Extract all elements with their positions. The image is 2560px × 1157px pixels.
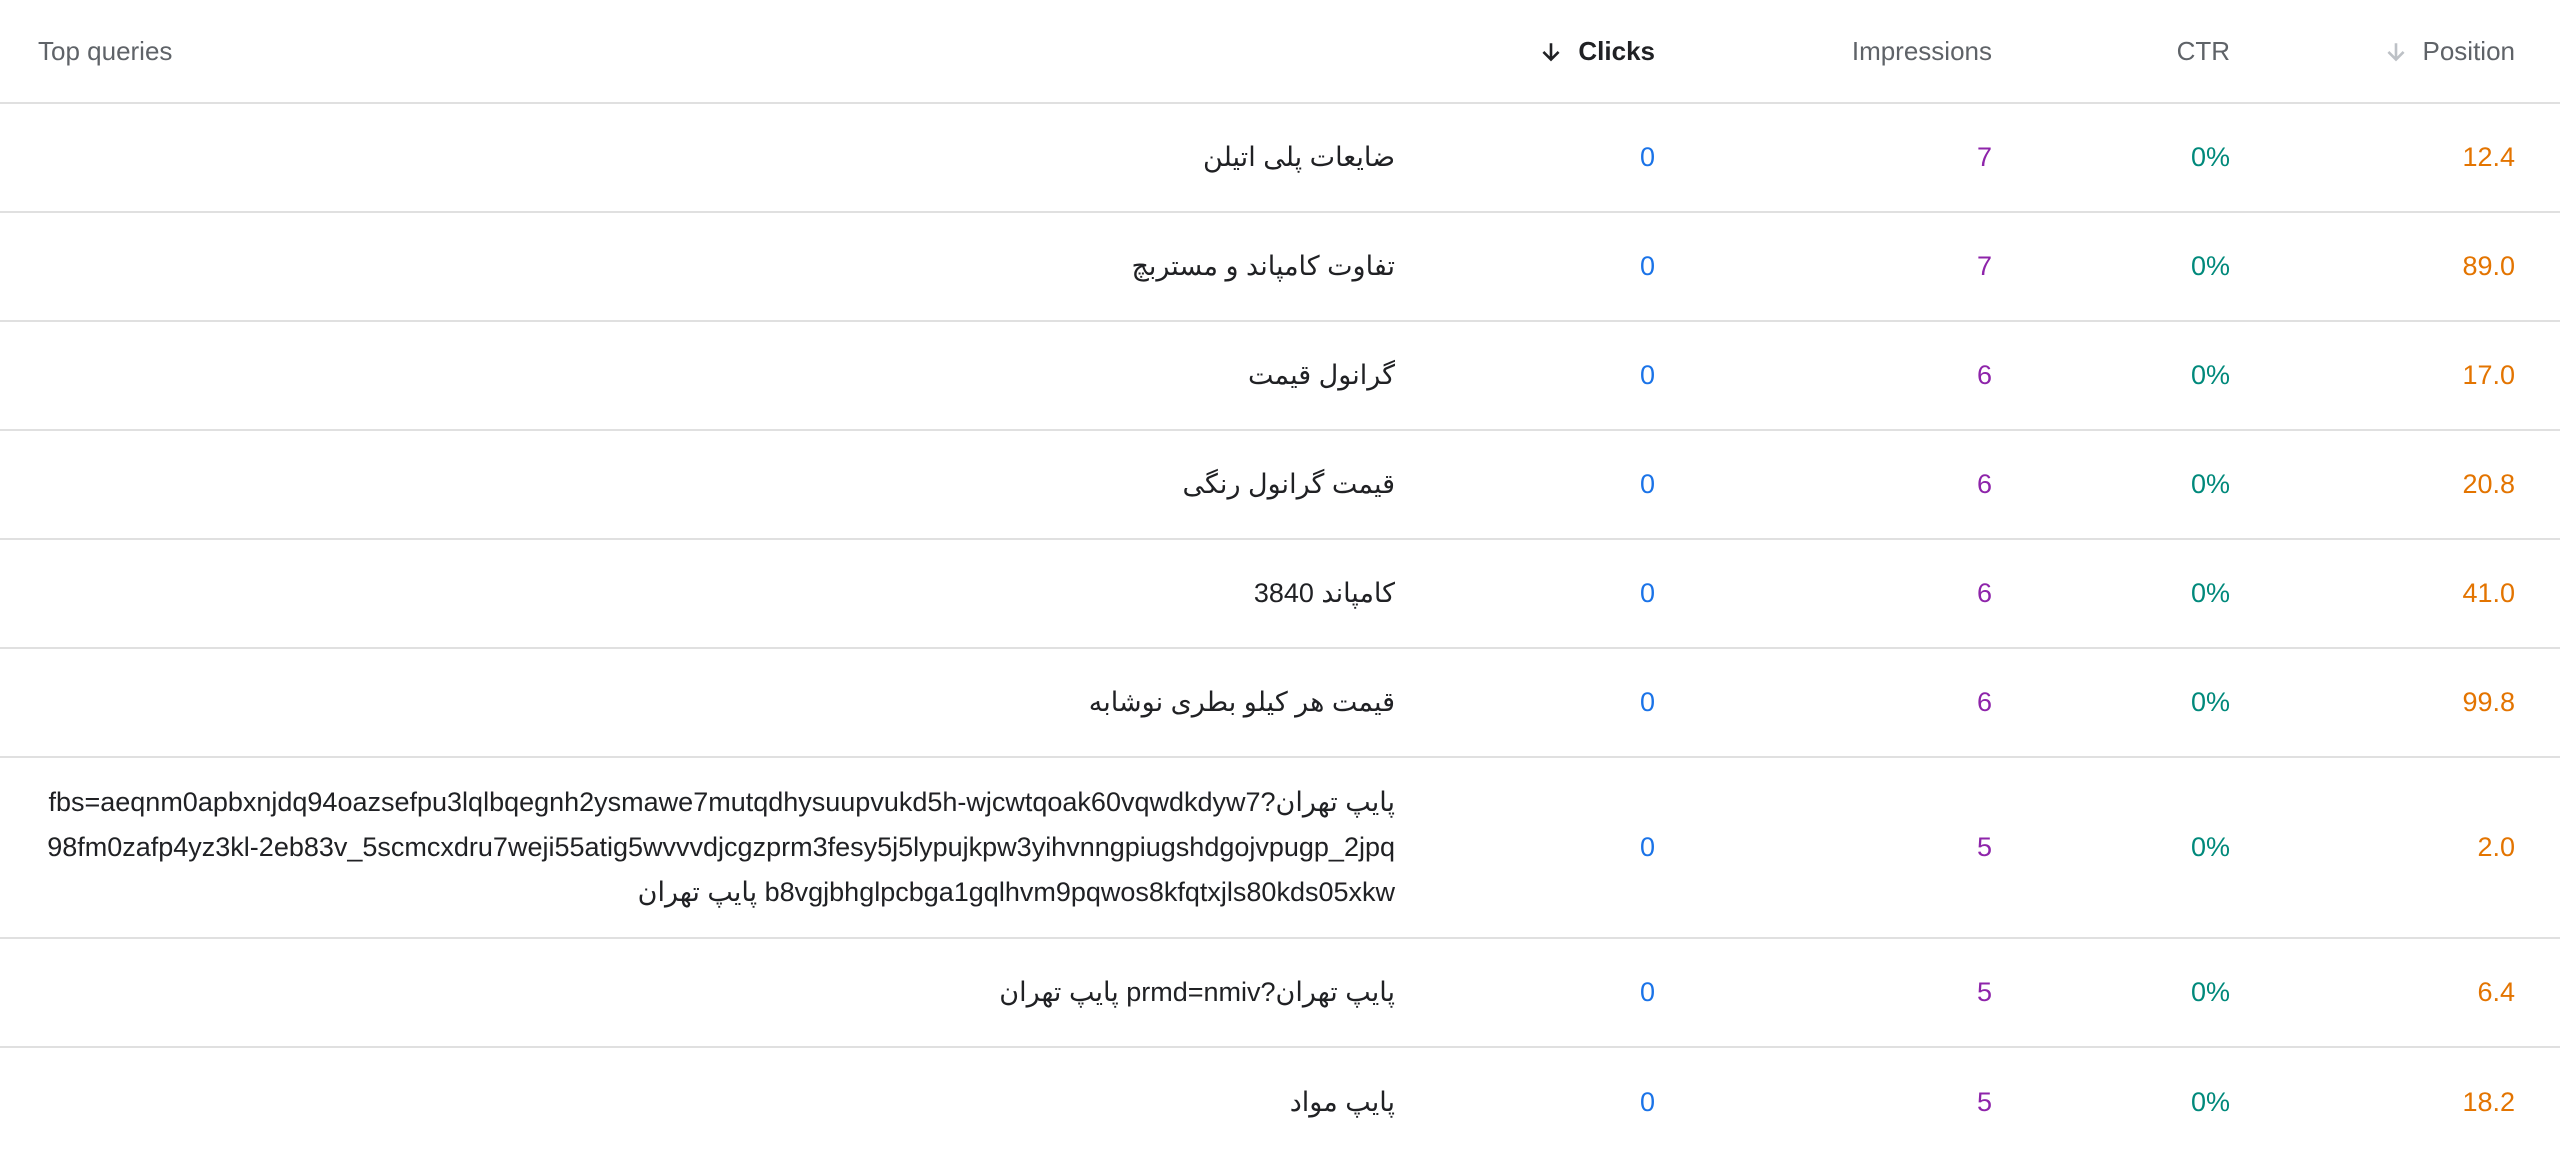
table-row[interactable]: گرانول قیمت 0 6 0% 17.0 — [0, 322, 2560, 431]
ctr-value: 0% — [2190, 142, 2230, 172]
query-text: پایپ تهران?prmd=nmiv پایپ تهران — [999, 977, 1395, 1007]
impressions-value: 6 — [1976, 469, 1992, 499]
table-header: Top queries Clicks Impressions CTR Posit… — [0, 0, 2560, 104]
clicks-value: 0 — [1639, 469, 1655, 499]
ctr-value: 0% — [2190, 977, 2230, 1007]
query-text: کامپاند 3840 — [1253, 578, 1395, 608]
ctr-value: 0% — [2190, 360, 2230, 390]
clicks-value: 0 — [1639, 832, 1655, 862]
header-impressions[interactable]: Impressions — [1655, 36, 1992, 67]
clicks-value: 0 — [1639, 360, 1655, 390]
table-row[interactable]: قیمت گرانول رنگی 0 6 0% 20.8 — [0, 431, 2560, 540]
position-value: 17.0 — [2462, 360, 2515, 390]
table-row[interactable]: ضایعات پلی اتیلن 0 7 0% 12.4 — [0, 104, 2560, 213]
top-queries-table: Top queries Clicks Impressions CTR Posit… — [0, 0, 2560, 1157]
table-row[interactable]: پایپ تهران?prmd=nmiv پایپ تهران 0 5 0% 6… — [0, 939, 2560, 1048]
position-value: 41.0 — [2462, 578, 2515, 608]
table-row[interactable]: کامپاند 3840 0 6 0% 41.0 — [0, 540, 2560, 649]
position-value: 2.0 — [2477, 832, 2515, 862]
query-text: گرانول قیمت — [1247, 360, 1395, 390]
position-value: 18.2 — [2462, 1087, 2515, 1117]
position-value: 89.0 — [2462, 251, 2515, 281]
ctr-value: 0% — [2190, 1087, 2230, 1117]
header-clicks-label: Clicks — [1578, 35, 1655, 66]
header-position[interactable]: Position — [2230, 36, 2515, 67]
impressions-value: 5 — [1976, 1087, 1992, 1117]
ctr-value: 0% — [2190, 469, 2230, 499]
arrow-down-icon — [1538, 40, 1564, 66]
arrow-down-icon — [2383, 40, 2409, 66]
ctr-value: 0% — [2190, 687, 2230, 717]
position-value: 99.8 — [2462, 687, 2515, 717]
query-text: تفاوت کامپاند و مستربچ — [1131, 251, 1395, 281]
query-text: پایپ تهران?fbs=aeqnm0apbxnjdq94oazsefpu3… — [47, 787, 1395, 907]
query-text: قیمت هر کیلو بطری نوشابه — [1088, 687, 1395, 717]
impressions-value: 7 — [1976, 251, 1992, 281]
header-clicks[interactable]: Clicks — [1395, 36, 1655, 67]
clicks-value: 0 — [1639, 142, 1655, 172]
query-text: پایپ مواد — [1289, 1087, 1395, 1117]
table-row[interactable]: پایپ تهران?fbs=aeqnm0apbxnjdq94oazsefpu3… — [0, 758, 2560, 939]
impressions-value: 5 — [1976, 832, 1992, 862]
clicks-value: 0 — [1639, 578, 1655, 608]
ctr-value: 0% — [2190, 832, 2230, 862]
header-position-label: Position — [2422, 35, 2516, 66]
ctr-value: 0% — [2190, 578, 2230, 608]
header-ctr[interactable]: CTR — [1992, 36, 2230, 67]
query-text: قیمت گرانول رنگی — [1182, 469, 1395, 499]
clicks-value: 0 — [1639, 687, 1655, 717]
impressions-value: 6 — [1976, 578, 1992, 608]
clicks-value: 0 — [1639, 1087, 1655, 1117]
table-row[interactable]: قیمت هر کیلو بطری نوشابه 0 6 0% 99.8 — [0, 649, 2560, 758]
position-value: 6.4 — [2477, 977, 2515, 1007]
table-row[interactable]: تفاوت کامپاند و مستربچ 0 7 0% 89.0 — [0, 213, 2560, 322]
clicks-value: 0 — [1639, 251, 1655, 281]
header-top-queries[interactable]: Top queries — [0, 23, 1395, 80]
position-value: 20.8 — [2462, 469, 2515, 499]
ctr-value: 0% — [2190, 251, 2230, 281]
impressions-value: 5 — [1976, 977, 1992, 1007]
impressions-value: 6 — [1976, 360, 1992, 390]
impressions-value: 6 — [1976, 687, 1992, 717]
query-text: ضایعات پلی اتیلن — [1203, 142, 1395, 172]
impressions-value: 7 — [1976, 142, 1992, 172]
clicks-value: 0 — [1639, 977, 1655, 1007]
position-value: 12.4 — [2462, 142, 2515, 172]
